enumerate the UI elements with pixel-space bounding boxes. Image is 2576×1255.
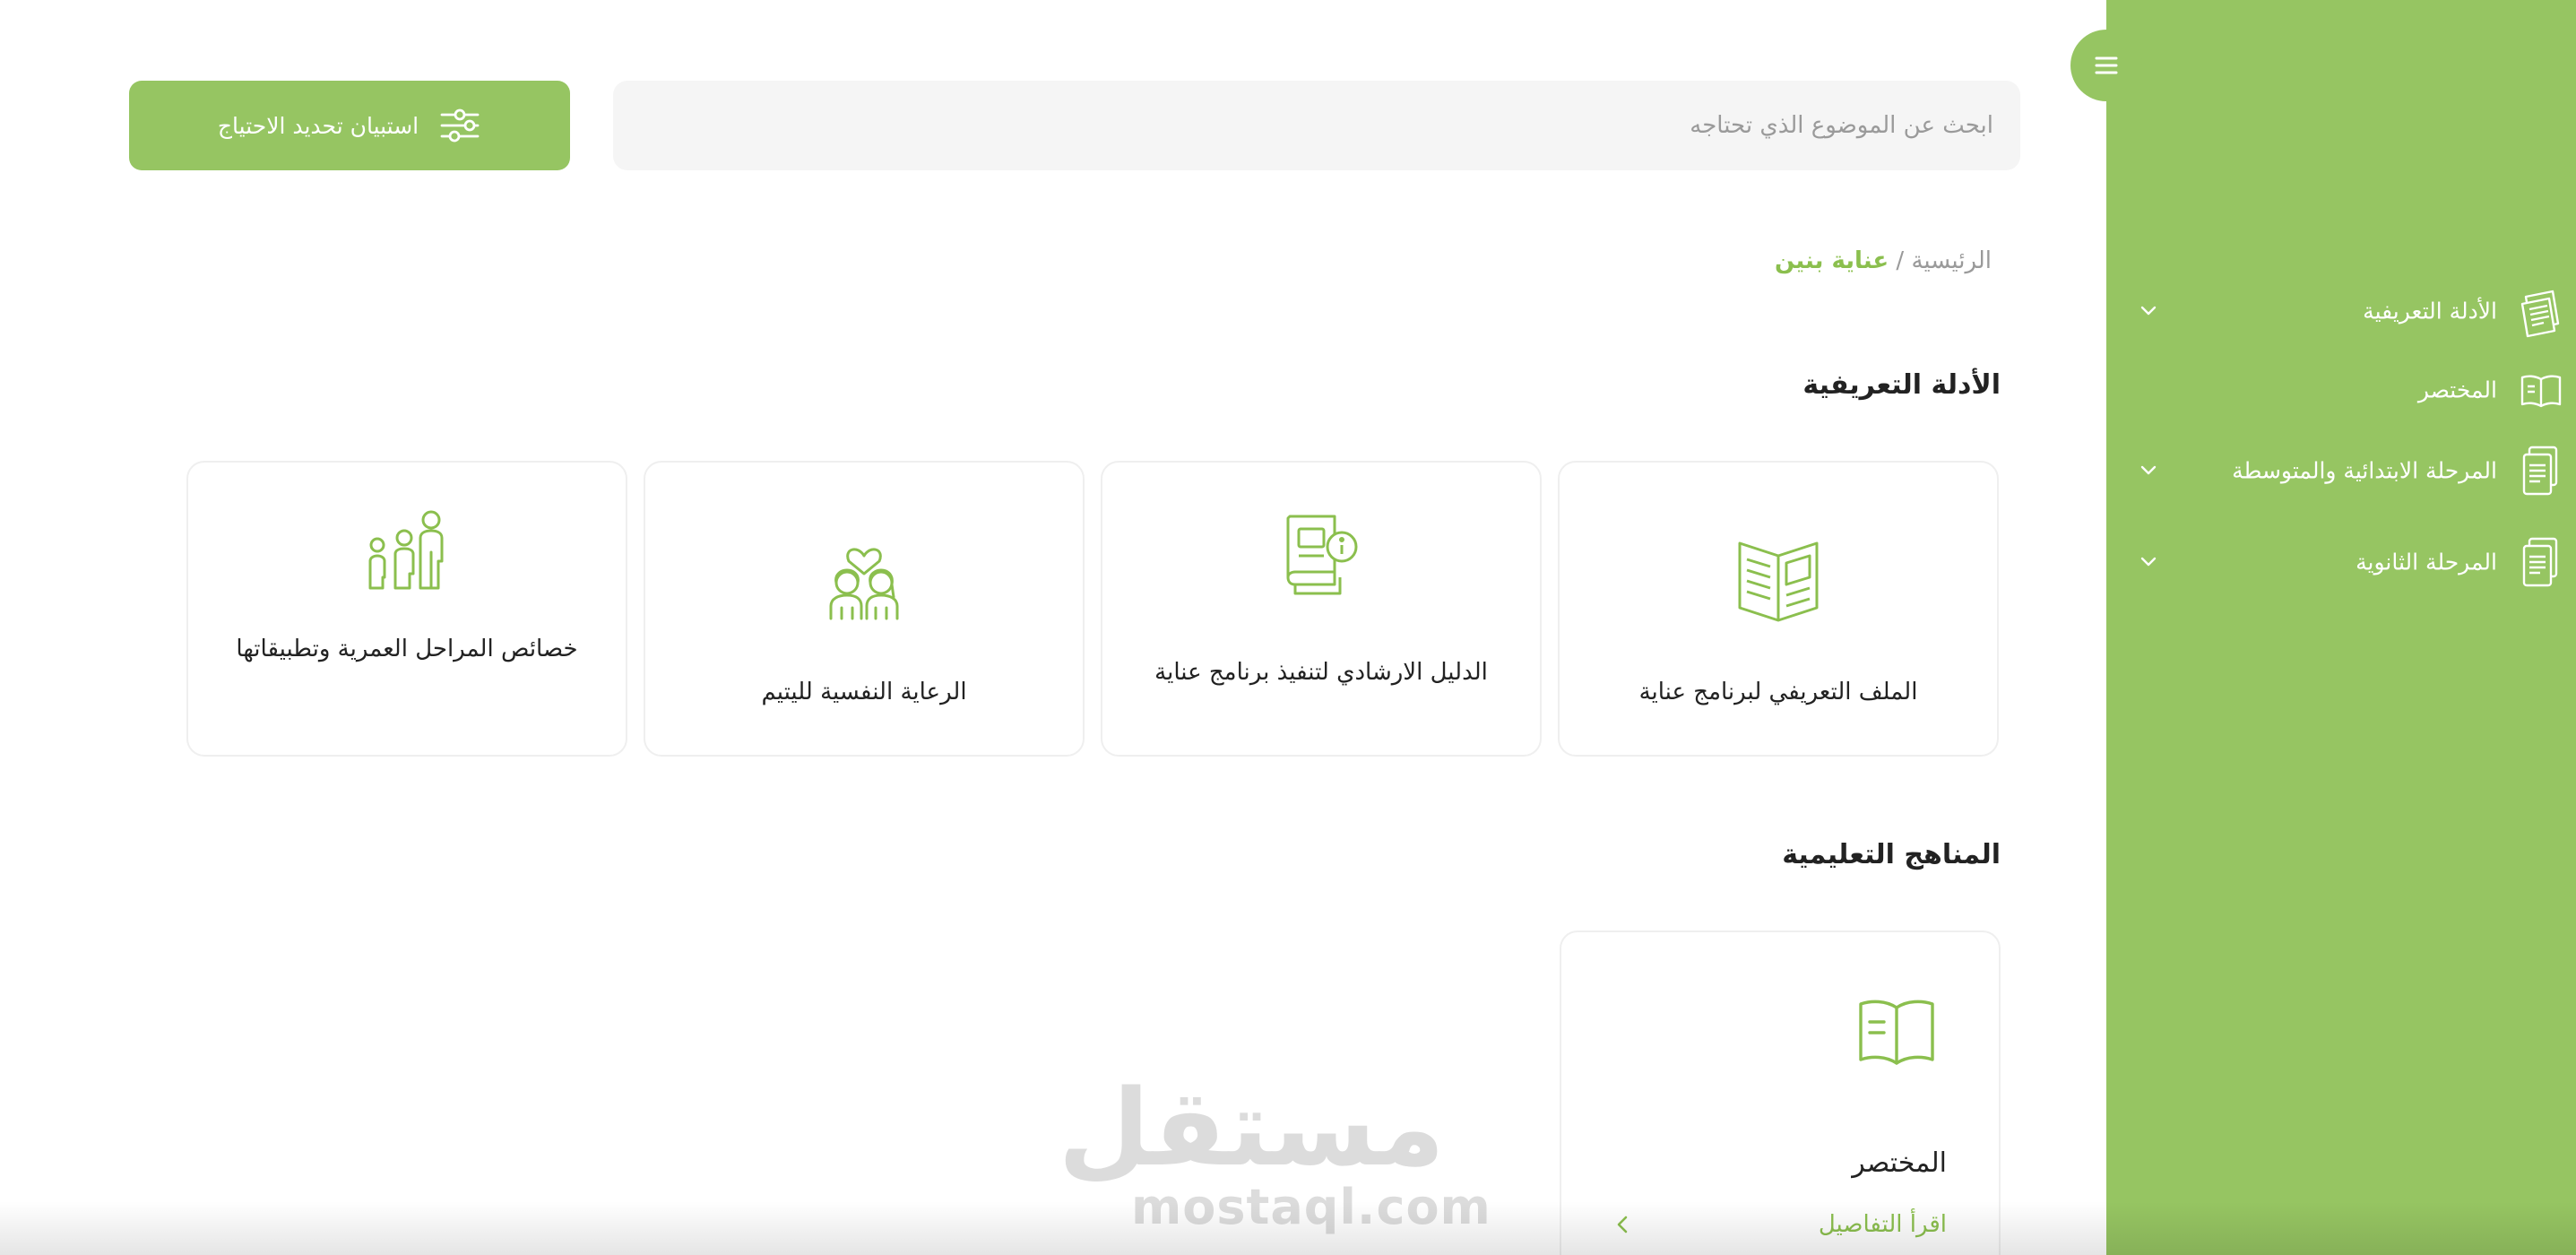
sidebar-item-primary-middle[interactable]: المرحلة الابتدائية والمتوسطة	[2117, 439, 2565, 502]
children-heart-icon	[829, 548, 899, 620]
breadcrumb-home[interactable]: الرئيسية	[1911, 247, 1992, 274]
sidebar: الأدلة التعريفية المختصر المرحلة الابتدا…	[2106, 0, 2576, 1255]
card-title: الدليل الارشادي لتنفيذ برنامج عناية	[1154, 659, 1488, 686]
curriculum-card[interactable]: المختصر اقرأ التفاصيل	[1560, 930, 2001, 1255]
guide-book-info-icon	[1286, 515, 1358, 595]
sliders-icon	[440, 108, 480, 143]
sidebar-item-secondary[interactable]: المرحلة الثانوية	[2117, 531, 2565, 593]
search-input[interactable]	[613, 81, 2020, 170]
card-title: الملف التعريفي لبرنامج عناية	[1638, 679, 1918, 705]
breadcrumb-current: عناية بنين	[1775, 247, 1889, 274]
documents-icon	[2520, 290, 2560, 338]
guide-card[interactable]: الملف التعريفي لبرنامج عناية	[1558, 461, 1999, 757]
section-title-curricula: المناهج التعليمية	[1782, 839, 2001, 870]
read-more-link[interactable]: اقرأ التفاصيل	[1612, 1198, 1947, 1251]
watermark-latin: mostaql.com	[1131, 1179, 1491, 1235]
age-stages-icon	[368, 510, 444, 590]
watermark-logo: مستقل mostaql.com	[1058, 1066, 1491, 1235]
chevron-down-icon[interactable]	[2137, 299, 2160, 323]
sidebar-item-label: المرحلة الابتدائية والمتوسطة	[2232, 457, 2497, 484]
sidebar-item-guides[interactable]: الأدلة التعريفية	[2117, 280, 2565, 342]
card-title: خصائص المراحل العمرية وتطبيقاتها	[236, 636, 578, 662]
sidebar-item-label: المرحلة الثانوية	[2356, 549, 2497, 576]
sidebar-item-label: المختصر	[2417, 376, 2497, 403]
chevron-down-icon[interactable]	[2137, 550, 2160, 574]
document-stack-icon	[2522, 537, 2558, 587]
breadcrumb-separator: /	[1896, 247, 1905, 274]
guide-card[interactable]: الدليل الارشادي لتنفيذ برنامج عناية	[1101, 461, 1542, 757]
hamburger-icon	[2095, 56, 2118, 74]
guide-card[interactable]: الرعاية النفسية لليتيم	[644, 461, 1085, 757]
needs-survey-button[interactable]: استبيان تحديد الاحتياج	[129, 81, 570, 170]
survey-button-label: استبيان تحديد الاحتياج	[217, 112, 419, 139]
card-title: الرعاية النفسية لليتيم	[761, 679, 967, 705]
document-stack-icon	[2522, 446, 2558, 496]
watermark-arabic: مستقل	[1058, 1066, 1445, 1190]
breadcrumb: الرئيسية / عناية بنين	[1775, 247, 1992, 274]
guide-card[interactable]: خصائص المراحل العمرية وتطبيقاتها	[186, 461, 627, 757]
read-more-label: اقرأ التفاصيل	[1818, 1211, 1947, 1238]
open-book-icon	[2520, 375, 2562, 408]
chevron-left-icon	[1617, 1216, 1628, 1233]
section-title-guides: الأدلة التعريفية	[1802, 369, 2001, 401]
sidebar-item-summary[interactable]: المختصر	[2117, 359, 2565, 421]
open-book-icon	[1859, 1000, 1934, 1065]
page: الأدلة التعريفية المختصر المرحلة الابتدا…	[0, 0, 2576, 1255]
chevron-down-icon[interactable]	[2137, 459, 2160, 482]
card-title: المختصر	[1852, 1147, 1947, 1179]
open-magazine-icon	[1738, 541, 1819, 622]
sidebar-item-label: الأدلة التعريفية	[2363, 298, 2497, 325]
menu-toggle-button[interactable]	[2070, 30, 2142, 101]
